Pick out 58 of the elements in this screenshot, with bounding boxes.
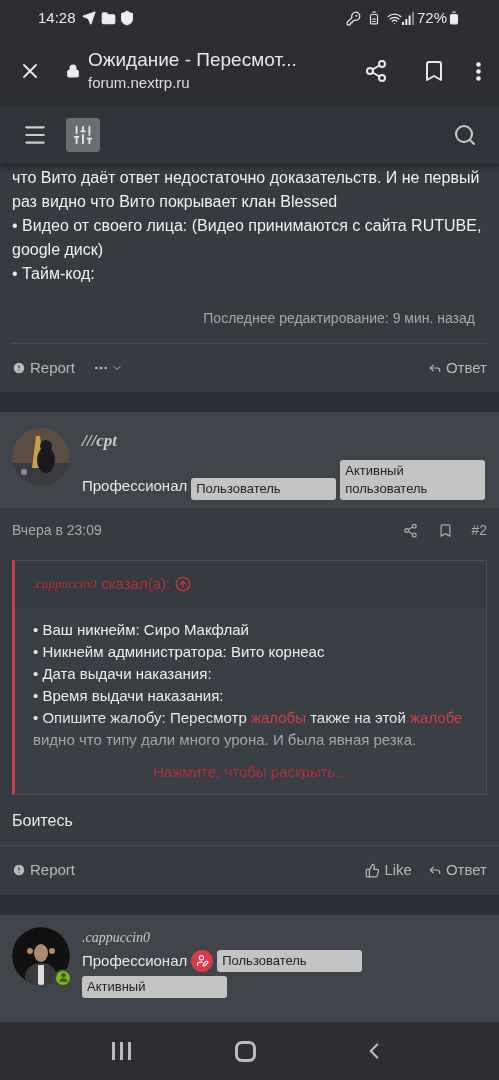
wifi-icon — [386, 10, 402, 26]
page-title: Ожидание - Пересмот... — [88, 47, 298, 72]
more-button[interactable] — [476, 61, 481, 81]
share-button[interactable] — [403, 522, 419, 538]
quote-text: • Дата выдачи наказания: — [33, 664, 213, 684]
share-button[interactable] — [364, 59, 388, 83]
thumbs-up-icon — [365, 862, 381, 878]
user-badge: Активный — [82, 976, 227, 998]
search-icon — [453, 123, 477, 147]
status-time: 14:28 — [38, 7, 76, 28]
signal-icon — [401, 11, 414, 25]
user-rank: Профессионал — [82, 950, 188, 971]
staff-icon — [191, 949, 214, 972]
reply-button[interactable]: Ответ — [427, 858, 487, 882]
username[interactable]: .cappuccin0 — [82, 926, 487, 948]
quote-text: • Никнейм администратора: Вито корнеас — [33, 642, 326, 662]
sliders-icon — [72, 124, 94, 146]
quote-text: • Время выдачи наказания: — [33, 686, 225, 706]
post-number[interactable]: #2 — [471, 519, 487, 541]
post-text: Боитесь — [12, 810, 74, 831]
alert-icon — [12, 863, 26, 877]
report-button[interactable]: Report — [12, 858, 76, 882]
bookmark-button[interactable] — [438, 522, 454, 538]
username[interactable]: ///cpt — [82, 428, 487, 454]
user-rank: Профессионал — [82, 476, 188, 496]
more-icon — [476, 61, 481, 81]
lock-icon — [66, 64, 80, 78]
share-icon — [403, 522, 419, 538]
user-badge: Активный пользователь — [340, 459, 486, 500]
user-icon — [57, 972, 69, 983]
post-text: • Видео от своего лица: (Видео принимаются с сайта RUTUBE, google диск) — [12, 216, 483, 260]
quote-text: • Ваш никнейм: Сиро Макфлай — [33, 620, 250, 640]
post-text: • Тайм-код: — [12, 264, 96, 284]
key-icon — [345, 10, 361, 26]
page-url: forum.nextrp.ru — [88, 72, 191, 93]
share-icon — [364, 59, 388, 83]
folder-icon — [100, 10, 116, 26]
search-button[interactable] — [453, 123, 477, 147]
post-date: Вчера в 23:09 — [12, 520, 102, 540]
report-button[interactable]: Report — [12, 356, 76, 380]
quote-said: сказал(а): — [101, 573, 171, 594]
quote-text: • Опишите жалобу: Пересмотр жалобы также на этой жалобе видно что типу дали много урона. И была явная резка. — [33, 708, 464, 750]
alert-icon — [12, 361, 26, 375]
reply-icon — [427, 863, 442, 877]
reply-icon — [427, 361, 442, 375]
battery-icon — [447, 11, 461, 25]
post-text: что Вито даёт ответ недостаточно доказательств. И не первый раз видно что Вито покрывает клан Blessed — [12, 168, 481, 212]
edit-note: Последнее редактирование: 9 мин. назад — [203, 309, 475, 328]
battery-level: 72% — [416, 7, 447, 28]
shield-icon — [118, 10, 135, 26]
recent-apps-button[interactable] — [112, 1042, 132, 1060]
user-badge: Пользователь — [191, 477, 337, 500]
home-button[interactable] — [235, 1040, 257, 1062]
style-chooser-button[interactable] — [66, 118, 100, 152]
reply-button[interactable]: Ответ — [427, 356, 487, 380]
like-button[interactable]: Like — [365, 858, 412, 882]
user-badge: Пользователь — [217, 949, 363, 972]
bookmark-icon — [438, 522, 454, 538]
